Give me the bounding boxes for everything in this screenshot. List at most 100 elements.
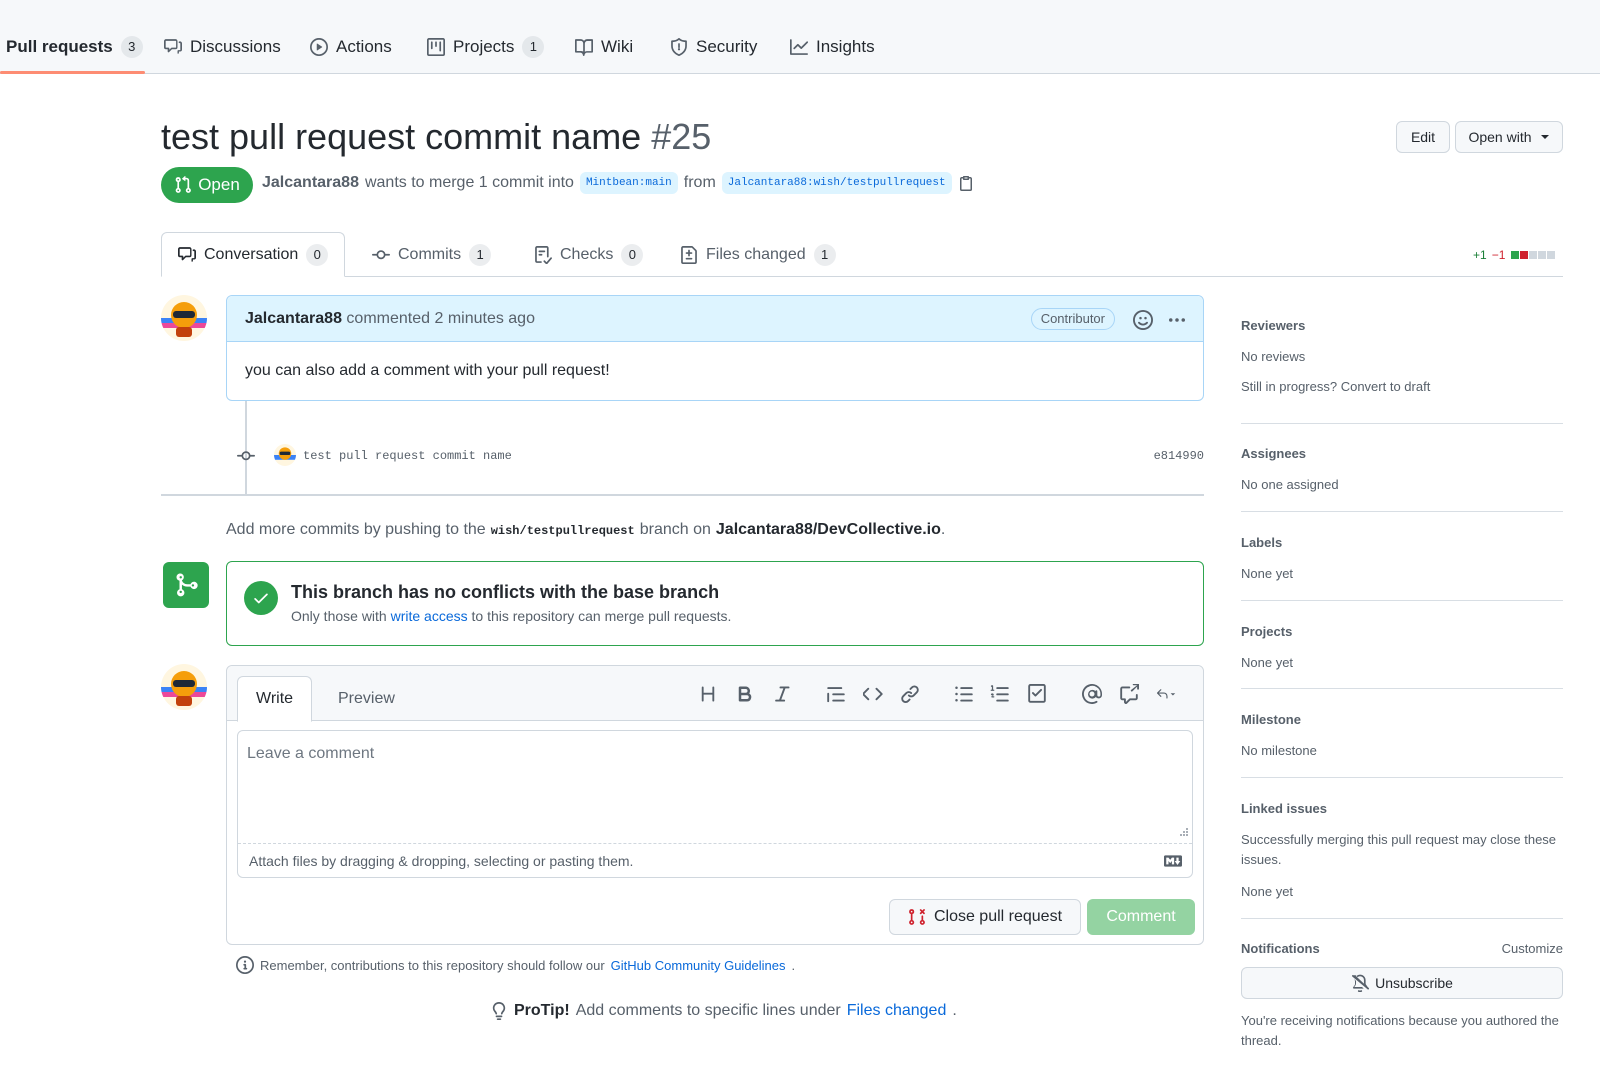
nav-discussions[interactable]: Discussions — [164, 30, 281, 64]
state-badge: Open — [161, 167, 253, 203]
milestone-title[interactable]: Milestone — [1241, 712, 1563, 727]
linked-issues-title[interactable]: Linked issues — [1241, 801, 1563, 816]
nav-pull-requests[interactable]: Pull requests 3 — [6, 30, 143, 64]
assignees-title[interactable]: Assignees — [1241, 446, 1563, 461]
linked-issues-desc: Successfully merging this pull request m… — [1241, 832, 1557, 867]
light-bulb-icon — [490, 1002, 508, 1020]
comment-time[interactable]: 2 minutes ago — [434, 310, 535, 327]
nav-insights-label: Insights — [816, 37, 875, 56]
comment-header: Jalcantara88 commented 2 minutes ago Con… — [227, 296, 1203, 342]
git-commit-icon — [372, 246, 390, 264]
comment-body: you can also add a comment with your pul… — [245, 362, 610, 379]
ordered-list-icon[interactable] — [990, 684, 1010, 704]
quote-icon[interactable] — [826, 684, 846, 704]
labels-value: None yet — [1241, 566, 1294, 581]
comment-button[interactable]: Comment — [1087, 899, 1195, 935]
push-hint-repo[interactable]: Jalcantara88/DevCollective.io. — [716, 521, 945, 539]
file-diff-icon — [680, 245, 698, 264]
write-access-link[interactable]: write access — [391, 608, 468, 624]
shield-icon — [670, 38, 688, 56]
reviewers-title[interactable]: Reviewers — [1241, 318, 1563, 333]
tab-files-changed[interactable]: Files changed 1 — [664, 232, 852, 277]
cross-reference-icon[interactable] — [1119, 684, 1139, 704]
tab-preview[interactable]: Preview — [320, 676, 413, 722]
tab-write[interactable]: Write — [237, 676, 313, 722]
community-guidelines-link[interactable]: GitHub Community Guidelines — [611, 958, 786, 973]
comment-button-label: Comment — [1106, 908, 1176, 925]
from-text: from — [683, 174, 716, 191]
reply-icon[interactable] — [1156, 684, 1188, 704]
customize-link[interactable]: Customize — [1502, 941, 1563, 956]
sidebar-divider — [1241, 777, 1563, 778]
nav-projects-count: 1 — [522, 36, 545, 58]
attach-files-area[interactable]: Attach files by dragging & dropping, sel… — [238, 843, 1192, 877]
pr-number: #25 — [651, 116, 712, 157]
close-pull-request-button[interactable]: Close pull request — [889, 899, 1081, 935]
base-branch[interactable]: Mintbean:main — [579, 172, 678, 194]
markdown-icon[interactable] — [1164, 855, 1182, 867]
tab-conversation-label: Conversation — [204, 245, 299, 263]
comment-meta: Jalcantara88 commented 2 minutes ago — [245, 310, 535, 328]
projects-title[interactable]: Projects — [1241, 624, 1563, 639]
tab-commits-count: 1 — [469, 243, 492, 266]
comment-textarea[interactable]: Leave a comment Attach files by dragging… — [237, 730, 1193, 878]
labels-title[interactable]: Labels — [1241, 535, 1563, 550]
bell-slash-icon — [1351, 974, 1370, 992]
nav-insights[interactable]: Insights — [790, 30, 875, 64]
nav-security[interactable]: Security — [670, 30, 757, 64]
pr-author-link[interactable]: Jalcantara88 — [262, 174, 359, 192]
commit-sha[interactable]: e814990 — [1154, 449, 1204, 463]
unsubscribe-button[interactable]: Unsubscribe — [1241, 967, 1563, 999]
convert-to-draft-link[interactable]: Still in progress? Convert to draft — [1241, 377, 1563, 397]
tasklist-icon[interactable] — [1027, 684, 1047, 704]
edit-button-label: Edit — [1410, 129, 1436, 145]
merge-status-title: This branch has no conflicts with the ba… — [291, 582, 720, 602]
avatar[interactable] — [161, 664, 207, 710]
comment-author-link[interactable]: Jalcantara88 — [245, 310, 342, 327]
nav-wiki-label: Wiki — [601, 37, 634, 56]
files-changed-link[interactable]: Files changed — [847, 1002, 947, 1020]
protip-label: ProTip! — [514, 1002, 570, 1019]
heading-icon[interactable] — [698, 684, 718, 704]
nav-pull-requests-count: 3 — [120, 36, 143, 58]
smiley-icon[interactable] — [1133, 310, 1153, 330]
push-hint: Add more commits by pushing to the wish/… — [226, 521, 945, 539]
comment-placeholder: Leave a comment — [247, 745, 375, 762]
avatar[interactable] — [274, 444, 296, 466]
projects-value: None yet — [1241, 655, 1294, 670]
italic-icon[interactable] — [772, 684, 792, 704]
open-with-button[interactable]: Open with — [1455, 121, 1563, 153]
sidebar-projects: Projects None yet — [1241, 624, 1563, 673]
kebab-horizontal-icon[interactable] — [1167, 310, 1187, 330]
page-title: test pull request commit name #25 — [161, 116, 711, 158]
pr-title-text: test pull request commit name — [161, 116, 642, 157]
checklist-icon — [534, 245, 552, 264]
mention-icon[interactable] — [1082, 684, 1102, 704]
diffstat-additions: +1 — [1473, 248, 1487, 262]
linked-issues-value: None yet — [1241, 884, 1294, 899]
unsubscribe-label: Unsubscribe — [1375, 975, 1453, 991]
sidebar-notifications: Notifications Customize — [1241, 941, 1563, 956]
nav-projects[interactable]: Projects 1 — [427, 30, 545, 64]
unordered-list-icon[interactable] — [954, 684, 974, 704]
tab-commits[interactable]: Commits 1 — [356, 232, 507, 277]
tab-checks[interactable]: Checks 0 — [518, 232, 659, 277]
sidebar-divider — [1241, 688, 1563, 689]
bold-icon[interactable] — [735, 684, 755, 704]
edit-button[interactable]: Edit — [1396, 121, 1450, 153]
nav-wiki[interactable]: Wiki — [575, 30, 633, 64]
nav-actions[interactable]: Actions — [310, 30, 392, 64]
sidebar-divider — [1241, 423, 1563, 424]
tab-conversation[interactable]: Conversation 0 — [161, 232, 346, 277]
merge-summary: Jalcantara88 wants to merge 1 commit int… — [262, 172, 974, 194]
link-icon[interactable] — [900, 684, 920, 704]
resize-handle-icon[interactable] — [1179, 827, 1189, 837]
head-branch[interactable]: Jalcantara88:wish/testpullrequest — [721, 172, 952, 194]
code-icon[interactable] — [863, 684, 883, 704]
copy-icon[interactable] — [958, 175, 974, 191]
assignees-value: No one assigned — [1241, 477, 1339, 492]
push-hint-prefix: Add more commits by pushing to the — [226, 521, 486, 538]
commit-message[interactable]: test pull request commit name — [303, 449, 512, 463]
sidebar-labels: Labels None yet — [1241, 535, 1563, 584]
avatar[interactable] — [161, 295, 207, 341]
